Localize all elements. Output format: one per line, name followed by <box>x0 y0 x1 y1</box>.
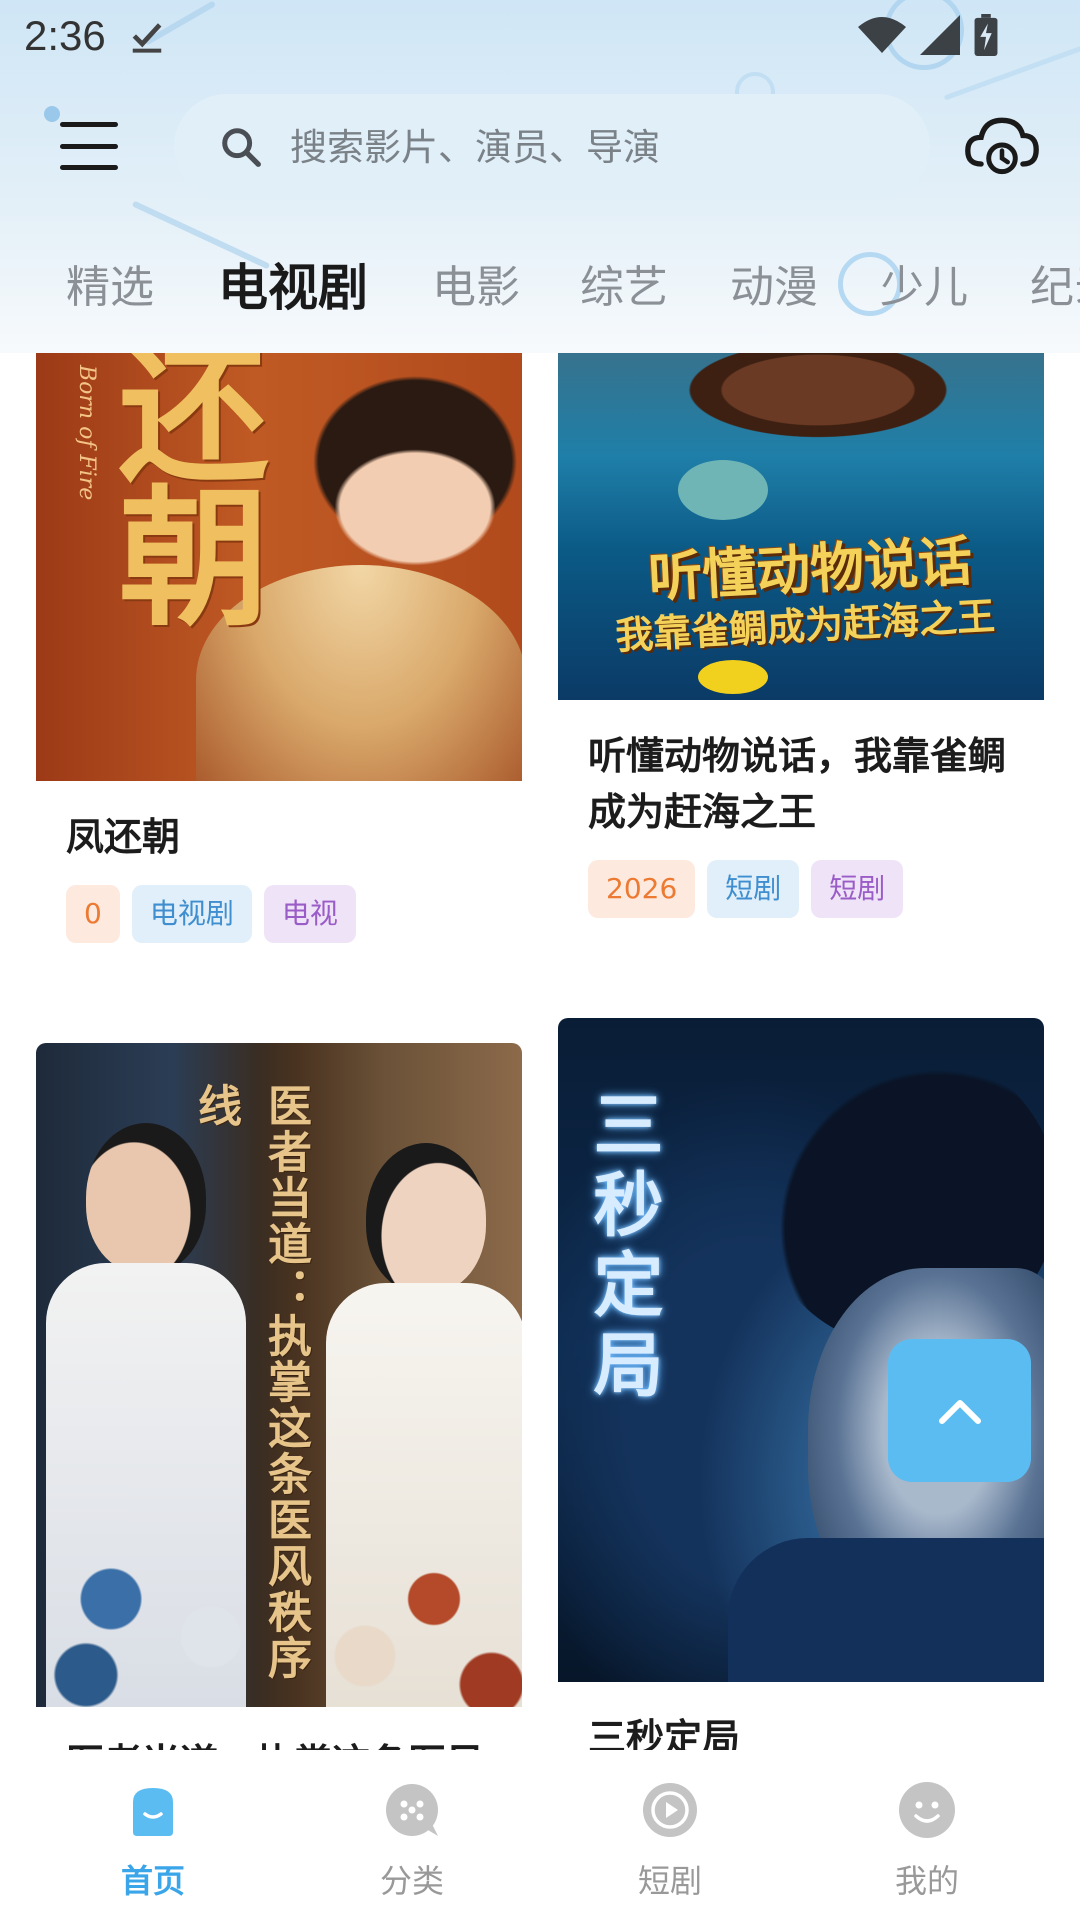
nav-profile[interactable]: 我的 <box>827 1750 1027 1920</box>
scroll-to-top-button[interactable] <box>888 1339 1031 1482</box>
search-input[interactable] <box>290 125 850 169</box>
nav-short-drama[interactable]: 短剧 <box>570 1750 770 1920</box>
poster-image[interactable]: Born of Fire 还朝 <box>36 353 522 781</box>
menu-icon-bar <box>60 143 118 149</box>
home-icon <box>133 1788 173 1836</box>
poster-flowers <box>36 1523 286 1707</box>
cellular-signal-icon <box>920 15 960 55</box>
type-tag: 短剧 <box>811 860 904 918</box>
tag-list: 2026 短剧 短剧 <box>558 860 1044 918</box>
nav-home[interactable]: 首页 <box>53 1750 253 1920</box>
year-tag: 2026 <box>588 860 696 918</box>
category-tabs: 精选 电视剧 电影 综艺 动漫 少儿 纪录片 <box>0 248 1080 328</box>
card-title[interactable]: 凤还朝 <box>36 809 522 865</box>
bottom-navigation: 首页 分类 短剧 我的 <box>0 1750 1080 1920</box>
poster-image[interactable]: 听懂动物说话 我靠雀鲷成为赶海之王 <box>558 353 1044 700</box>
decor-dot <box>44 106 60 122</box>
download-done-icon <box>132 23 162 53</box>
poster-lobster <box>668 353 968 445</box>
status-time: 2:36 <box>24 12 106 59</box>
app-header: 2:36 搜索影片、演员、导演 精选 电视剧 电影 综艺 动漫 少儿 纪 <box>0 0 1080 353</box>
card-title[interactable]: 听懂动物说话，我靠雀鲷成为赶海之王 <box>558 728 1044 840</box>
menu-button[interactable] <box>60 122 118 170</box>
poster-title: 三秒定局 <box>582 1088 665 1408</box>
tab-tv-series[interactable]: 电视剧 <box>218 248 368 328</box>
menu-icon-bar <box>60 122 118 127</box>
video-card[interactable]: 医者当道：执掌这条医风秩序线 医者当道：执掌这条医风秩序线 <box>36 1043 522 1750</box>
battery-icon <box>974 14 998 56</box>
search-bar[interactable] <box>174 94 930 200</box>
poster-title: 医者当道：执掌这条医风秩序线 <box>190 1083 311 1681</box>
category-icon <box>386 1784 438 1836</box>
poster-fish <box>698 660 768 694</box>
poster-flowers <box>296 1523 522 1707</box>
year-tag: 0 <box>66 885 120 943</box>
search-icon <box>222 128 261 167</box>
cloud-history-icon[interactable] <box>964 112 1040 178</box>
tab-documentary[interactable]: 纪录片 <box>1030 248 1080 328</box>
profile-icon <box>899 1782 955 1838</box>
tab-featured[interactable]: 精选 <box>66 248 154 328</box>
card-title[interactable]: 三秒定局 <box>558 1710 1044 1750</box>
nav-category[interactable]: 分类 <box>312 1750 512 1920</box>
nav-label: 我的 <box>894 1862 959 1900</box>
nav-label: 短剧 <box>637 1862 702 1900</box>
card-title[interactable]: 医者当道：执掌这条医风秩序线 <box>36 1735 522 1750</box>
tab-kids[interactable]: 少儿 <box>880 248 968 328</box>
category-tag: 短剧 <box>707 860 800 918</box>
video-card[interactable]: 听懂动物说话 我靠雀鲷成为赶海之王 听懂动物说话，我靠雀鲷成为赶海之王 2026… <box>558 353 1044 918</box>
poster-fish <box>678 460 768 520</box>
tag-list: 0 电视剧 电视 <box>36 885 522 943</box>
chevron-up-icon <box>938 1399 981 1424</box>
type-tag: 电视 <box>263 885 356 943</box>
video-grid: Born of Fire 还朝 凤还朝 0 电视剧 电视 听懂动物说话 我靠雀鲷… <box>0 353 1080 1750</box>
video-card[interactable]: Born of Fire 还朝 凤还朝 0 电视剧 电视 <box>36 353 522 943</box>
status-bar: 2:36 <box>0 0 1080 72</box>
wifi-icon <box>858 17 906 53</box>
tab-anime[interactable]: 动漫 <box>730 248 818 328</box>
tab-movies[interactable]: 电影 <box>432 248 520 328</box>
poster-image[interactable]: 医者当道：执掌这条医风秩序线 <box>36 1043 522 1707</box>
menu-icon-bar <box>60 165 118 170</box>
poster-title: 还朝 <box>93 353 269 623</box>
nav-label: 首页 <box>120 1862 185 1900</box>
tab-variety[interactable]: 综艺 <box>580 248 668 328</box>
category-tag: 电视剧 <box>131 885 252 943</box>
status-icons <box>858 14 998 56</box>
play-icon <box>643 1783 697 1837</box>
poster-figure <box>728 1538 1044 1682</box>
nav-label: 分类 <box>379 1862 444 1900</box>
